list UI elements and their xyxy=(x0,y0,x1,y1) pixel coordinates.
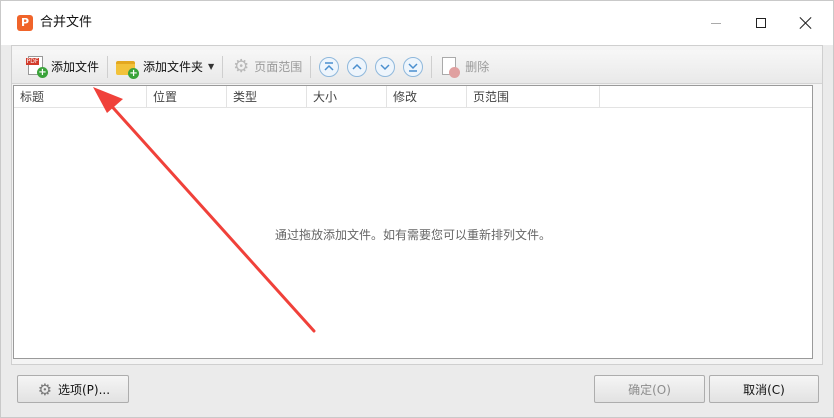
column-header-title[interactable]: 标题 xyxy=(14,86,147,108)
move-up-icon xyxy=(352,63,362,70)
cancel-button[interactable]: 取消(C) xyxy=(709,375,819,403)
window-title: 合并文件 xyxy=(40,15,93,30)
page-range-button[interactable]: ⚙ 页面范围 xyxy=(227,53,306,81)
move-down-button[interactable] xyxy=(375,56,396,77)
gear-icon: ⚙ xyxy=(37,379,53,399)
gear-icon: ⚙ xyxy=(233,56,250,77)
column-header-modified[interactable]: 修改 xyxy=(387,86,467,108)
close-button[interactable] xyxy=(783,1,829,45)
title-bar: P 合并文件 xyxy=(1,1,833,45)
toolbar-separator xyxy=(310,55,312,78)
add-file-label: 添加文件 xyxy=(51,60,100,74)
cancel-label: 取消(C) xyxy=(743,382,785,397)
delete-label: 删除 xyxy=(465,60,490,74)
move-up-button[interactable] xyxy=(347,56,368,77)
delete-icon xyxy=(440,56,462,78)
options-button[interactable]: ⚙ 选项(P)... xyxy=(17,375,129,403)
add-folder-icon: + xyxy=(116,55,140,79)
merge-files-dialog: P 合并文件 PDF + 添加文件 + 添加文件夹 ▼ ⚙ 页面范围 删除 标题… xyxy=(0,0,834,418)
ok-button[interactable]: 确定(O) xyxy=(594,375,705,403)
column-header-size[interactable]: 大小 xyxy=(307,86,387,108)
toolbar: PDF + 添加文件 + 添加文件夹 ▼ ⚙ 页面范围 删除 xyxy=(12,50,822,84)
column-header-type[interactable]: 类型 xyxy=(227,86,307,108)
add-folder-button[interactable]: + 添加文件夹 ▼ xyxy=(112,53,218,81)
move-to-bottom-icon xyxy=(408,62,418,72)
minimize-icon xyxy=(711,22,721,24)
page-range-label: 页面范围 xyxy=(254,60,303,74)
toolbar-separator xyxy=(431,55,433,78)
maximize-icon xyxy=(756,18,766,28)
options-label: 选项(P)... xyxy=(57,382,111,397)
move-to-top-icon xyxy=(324,61,334,71)
list-header: 标题 位置 类型 大小 修改 页范围 xyxy=(14,86,812,108)
ok-label: 确定(O) xyxy=(628,382,671,397)
move-to-top-button[interactable] xyxy=(319,56,340,77)
add-file-button[interactable]: PDF + 添加文件 xyxy=(22,53,103,81)
move-down-icon xyxy=(380,63,390,70)
dropdown-caret-icon[interactable]: ▼ xyxy=(208,62,214,71)
empty-list-message: 通过拖放添加文件。如有需要您可以重新排列文件。 xyxy=(274,228,551,242)
minimize-button[interactable] xyxy=(693,1,739,45)
add-folder-label: 添加文件夹 xyxy=(143,60,204,74)
close-icon xyxy=(800,17,812,29)
move-to-bottom-button[interactable] xyxy=(403,56,424,77)
app-logo-icon: P xyxy=(17,15,33,31)
delete-button[interactable]: 删除 xyxy=(436,53,493,81)
toolbar-separator xyxy=(107,55,109,78)
file-list[interactable]: 标题 位置 类型 大小 修改 页范围 通过拖放添加文件。如有需要您可以重新排列文… xyxy=(13,85,813,359)
column-header-location[interactable]: 位置 xyxy=(147,86,227,108)
toolbar-separator xyxy=(222,55,224,78)
maximize-button[interactable] xyxy=(738,1,784,45)
column-header-page-range[interactable]: 页范围 xyxy=(467,86,600,108)
add-pdf-icon: PDF + xyxy=(26,55,48,78)
